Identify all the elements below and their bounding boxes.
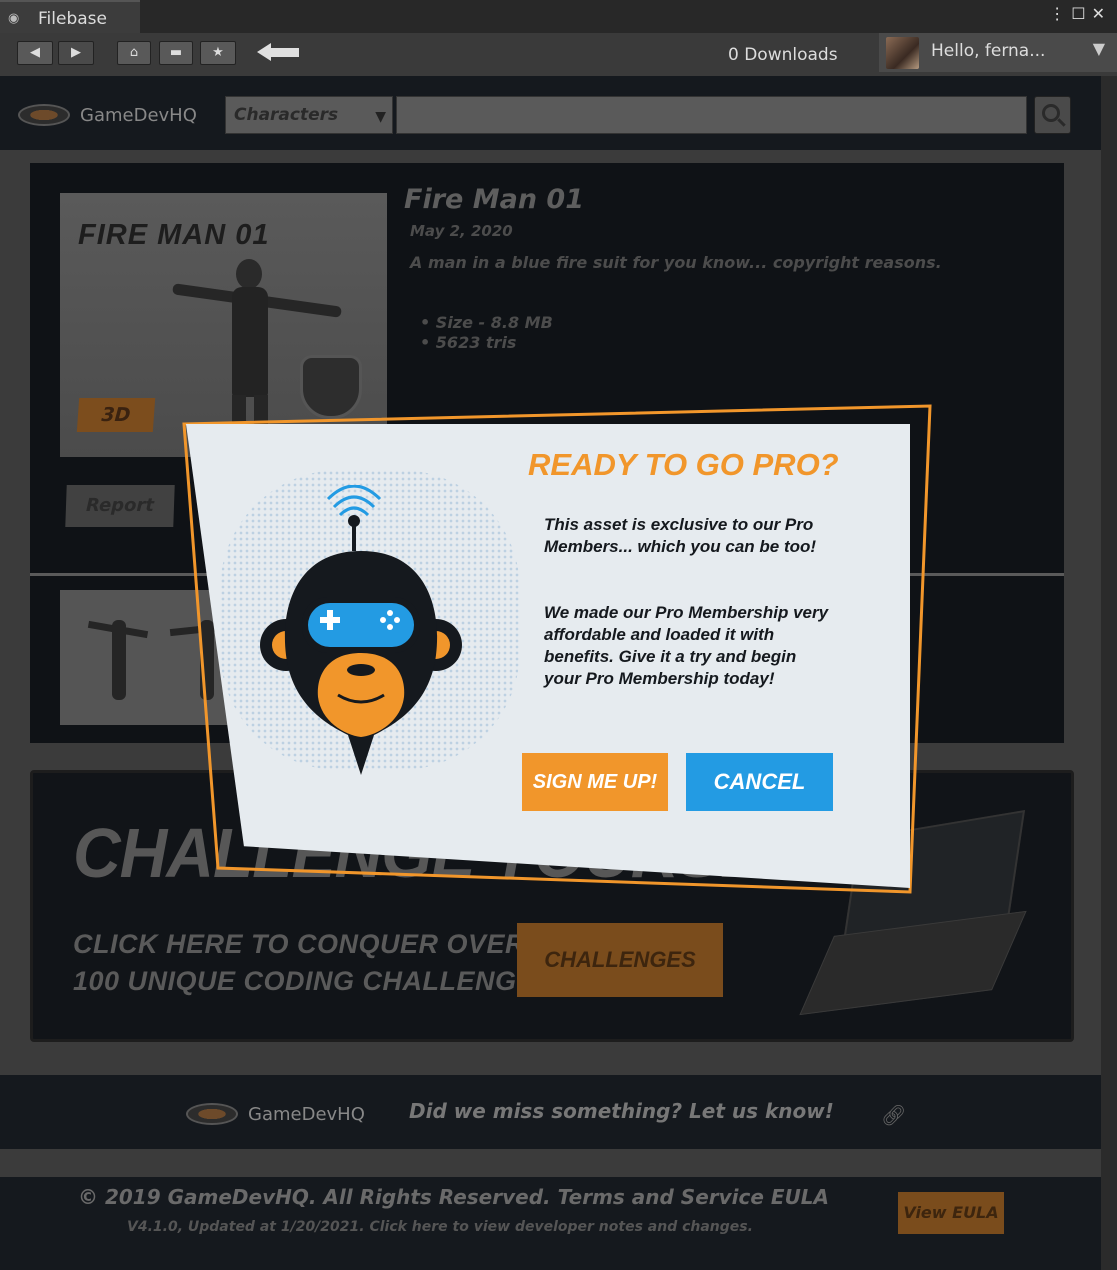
home-button[interactable]: ⌂ [117,41,151,65]
window-tab[interactable]: ◉ Filebase [0,0,140,33]
window-controls: ⋮☐✕ [1049,4,1111,23]
star-icon: ★ [212,45,224,60]
monkey-logo-icon [18,104,70,126]
feedback-link[interactable]: Did we miss something? Let us know! [409,1099,834,1123]
asset-date: May 2, 2020 [410,222,513,240]
folder-button[interactable]: ▬ [159,41,193,65]
report-button[interactable]: Report [65,485,175,527]
challenges-button[interactable]: CHALLENGES [517,923,723,997]
type-badge: 3D [76,398,156,432]
chevron-down-icon: ▼ [375,109,386,125]
return-arrow-icon[interactable] [255,41,301,63]
monkey-logo-icon [186,1103,238,1125]
maximize-icon[interactable]: ☐ [1071,4,1091,23]
search-header: GameDevHQ Characters ▼ [0,76,1101,150]
asset-description: A man in a blue fire suit for you know..… [410,253,942,272]
downloads-count[interactable]: 0 Downloads [728,45,838,65]
chevron-down-icon: ▼ [1092,39,1105,58]
modal-title: READY TO GO PRO? [528,447,839,482]
asset-spec-size: • Size - 8.8 MB [420,313,553,332]
forward-button[interactable]: ▶ [58,41,94,65]
window-title: Filebase [38,9,107,29]
footer-logo[interactable]: GameDevHQ [186,1103,365,1125]
thumbnail-title: FIRE MAN 01 [78,219,270,251]
app-icon: ◉ [8,11,20,26]
scrollbar[interactable] [1101,76,1117,1270]
challenge-line-2: 100 UNIQUE CODING CHALLENGES [73,966,554,996]
sign-up-button[interactable]: SIGN ME UP! [522,753,668,811]
monkey-mascot-icon [260,485,462,775]
arrow-left-icon: ◀ [30,45,40,60]
cancel-button[interactable]: CANCEL [686,753,833,811]
window-titlebar: ◉ Filebase ⋮☐✕ [0,0,1117,33]
asset-title: Fire Man 01 [404,184,585,215]
modal-paragraph-1: This asset is exclusive to our Pro Membe… [544,515,817,556]
copyright-text[interactable]: © 2019 GameDevHQ. All Rights Reserved. T… [78,1185,829,1209]
arrow-right-icon: ▶ [71,45,81,60]
kebab-icon[interactable]: ⋮ [1049,4,1071,23]
search-input[interactable] [396,96,1027,134]
user-menu[interactable]: Hello, ferna... ▼ [879,33,1117,72]
brand-wordmark: GameDevHQ [248,1103,365,1125]
challenge-line-1: CLICK HERE TO CONQUER OVER [73,929,526,959]
feedback-bar: GameDevHQ Did we miss something? Let us … [0,1075,1101,1149]
category-value: Characters [234,105,339,125]
back-button[interactable]: ◀ [17,41,53,65]
version-notes[interactable]: V4.1.0, Updated at 1/20/2021. Click here… [127,1219,753,1235]
footer-spacer [0,1149,1101,1177]
brand-logo[interactable]: GameDevHQ [18,104,197,126]
avatar [886,37,919,69]
brand-wordmark: GameDevHQ [80,104,197,126]
link-icon[interactable]: 🔗︎ [881,1103,906,1127]
favorites-button[interactable]: ★ [200,41,236,65]
category-select[interactable]: Characters ▼ [225,96,393,134]
search-button[interactable] [1034,96,1071,134]
asset-spec-tris: • 5623 tris [420,333,517,352]
user-greeting: Hello, ferna... [931,41,1046,61]
view-eula-button[interactable]: View EULA [898,1192,1004,1234]
close-icon[interactable]: ✕ [1092,4,1111,23]
folder-icon: ▬ [169,45,183,60]
home-icon: ⌂ [129,45,139,60]
modal-paragraph-2: We made our Pro Membership very affordab… [544,603,829,688]
